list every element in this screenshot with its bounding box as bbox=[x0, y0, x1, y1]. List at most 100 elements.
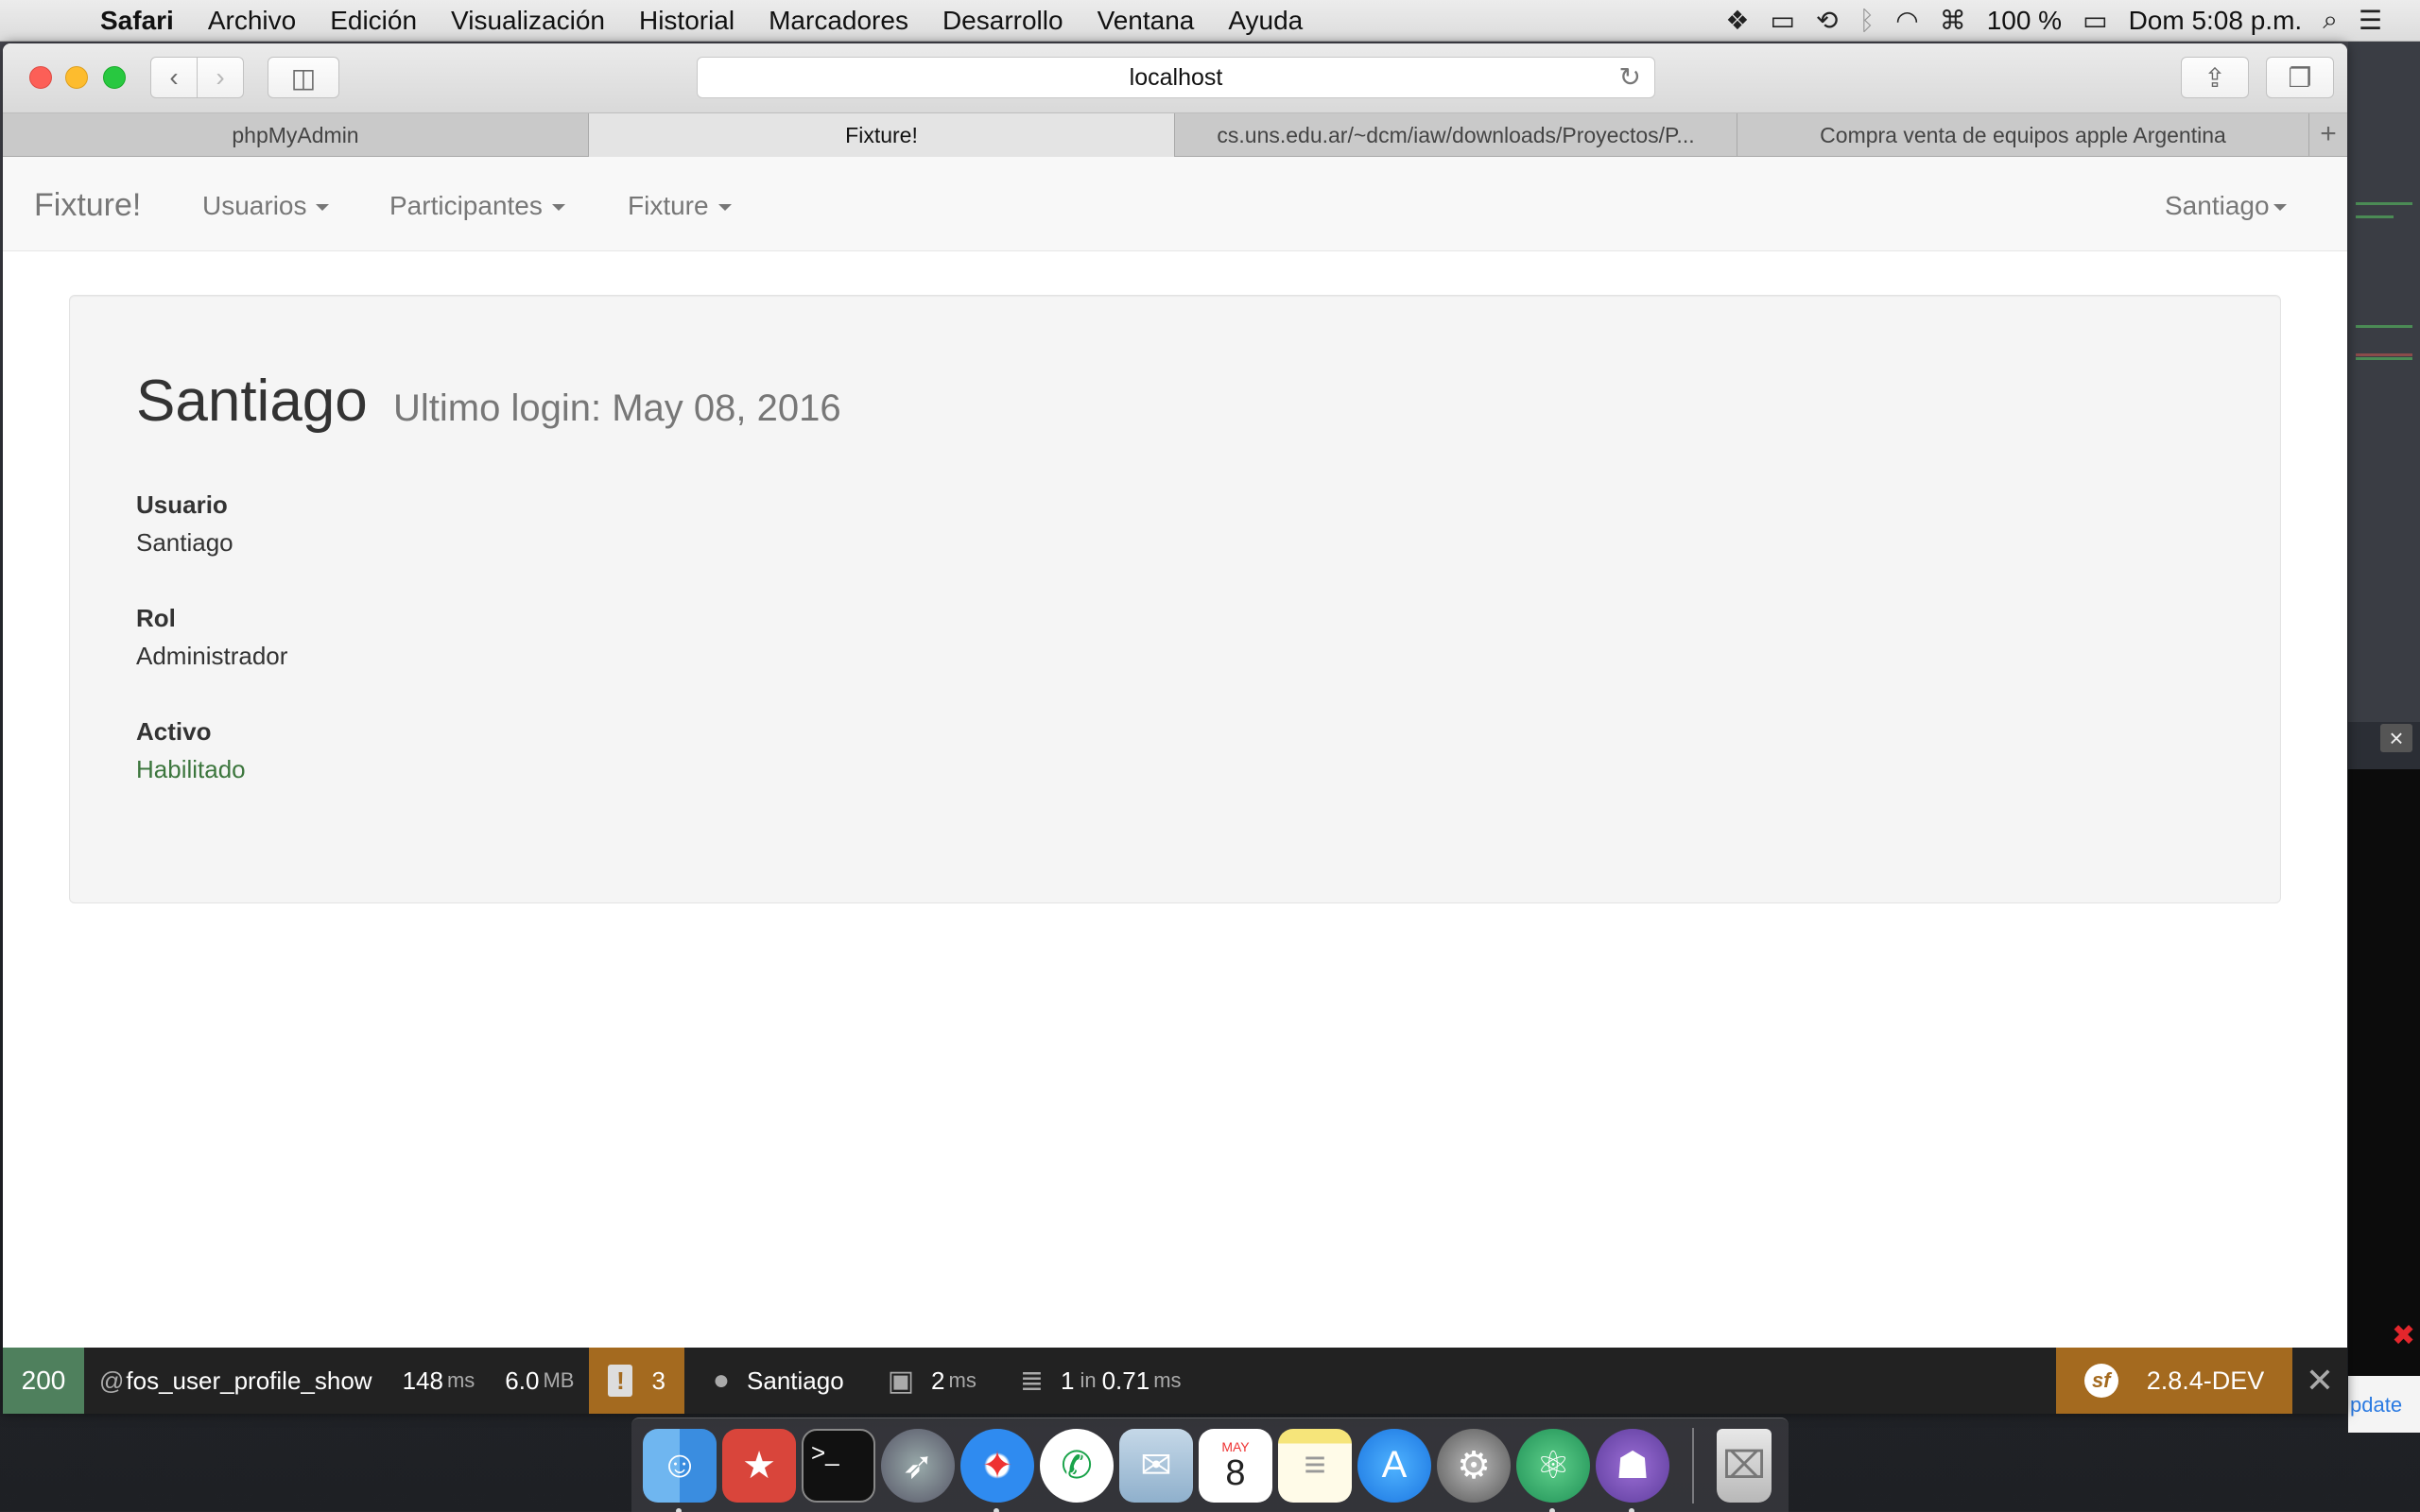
route-info[interactable]: @ fos_user_profile_show bbox=[84, 1348, 388, 1414]
caret-down-icon bbox=[316, 204, 330, 212]
editor-panel bbox=[2348, 42, 2420, 722]
symfony-logo-icon: sf bbox=[2083, 1364, 2118, 1398]
dock: ☺ ★ >_ ➶ ✦ ✆ ✉ MAY 8 ≡ A ⚙ ⚛ ☗ ⌧ bbox=[631, 1418, 1789, 1512]
menu-historial[interactable]: Historial bbox=[622, 6, 752, 36]
safari-icon[interactable]: ✦ bbox=[960, 1428, 1034, 1512]
share-button[interactable]: ⇪ bbox=[2181, 57, 2249, 98]
time-machine-icon[interactable]: ⟲ bbox=[1816, 5, 1838, 36]
background-editor-window: × ✖ pdate bbox=[2348, 42, 2420, 1433]
nav-usuarios-label: Usuarios bbox=[202, 191, 307, 220]
profile-panel: Santiago Ultimo login: May 08, 2016 Usua… bbox=[69, 295, 2281, 903]
route-name: fos_user_profile_show bbox=[126, 1366, 372, 1395]
airplay-icon[interactable]: ▭ bbox=[1771, 5, 1795, 36]
wifi-icon[interactable]: ◠ bbox=[1895, 5, 1918, 36]
db-time: 0.71 bbox=[1101, 1366, 1150, 1395]
back-button[interactable]: ‹ bbox=[150, 57, 198, 98]
db-queries: 1 bbox=[1060, 1366, 1075, 1395]
launchpad-icon[interactable]: ➶ bbox=[881, 1428, 955, 1503]
phone-icon[interactable]: ✆ bbox=[1040, 1428, 1114, 1503]
keyboard-icon[interactable]: ⌘ bbox=[1940, 5, 1966, 36]
update-link[interactable]: pdate bbox=[2348, 1376, 2420, 1433]
nav-fixture[interactable]: Fixture bbox=[628, 191, 732, 221]
battery-icon[interactable]: ▭ bbox=[2083, 5, 2107, 36]
notification-center-icon[interactable]: ☰ bbox=[2359, 5, 2382, 36]
mail-icon[interactable]: ✉ bbox=[1119, 1428, 1193, 1503]
warning-icon: ! bbox=[608, 1365, 633, 1397]
safari-window: ‹ › ◫ localhost ↻ ⇪ ❐ phpMyAdmin Fixture… bbox=[3, 43, 2347, 1414]
battery-percent[interactable]: 100 % bbox=[1987, 6, 2062, 36]
field-value-activo: Habilitado bbox=[136, 755, 246, 783]
terminal-icon[interactable]: >_ bbox=[802, 1428, 875, 1503]
symfony-debug-toolbar: 200 @ fos_user_profile_show 148 ms 6.0 M… bbox=[3, 1348, 2347, 1414]
forward-button[interactable]: › bbox=[197, 57, 244, 98]
symfony-version-text: 2.8.4-DEV bbox=[2146, 1366, 2265, 1395]
chevron-left-icon: ‹ bbox=[169, 62, 179, 92]
memory-info[interactable]: 6.0 MB bbox=[490, 1348, 589, 1414]
nav-user-menu[interactable]: Santiago bbox=[2165, 191, 2287, 221]
error-icon: ✖ bbox=[2392, 1320, 2416, 1351]
sidebar-icon: ◫ bbox=[290, 62, 317, 93]
database-icon: ≣ bbox=[1019, 1365, 1044, 1397]
menu-marcadores[interactable]: Marcadores bbox=[752, 6, 925, 36]
nav-usuarios[interactable]: Usuarios bbox=[202, 191, 330, 221]
render-info[interactable]: ▣ 2 ms bbox=[859, 1348, 992, 1414]
sidebar-toggle-button[interactable]: ◫ bbox=[268, 57, 339, 98]
atom-icon[interactable]: ⚛ bbox=[1516, 1428, 1590, 1512]
tab-compra-venta[interactable]: Compra venta de equipos apple Argentina bbox=[1737, 113, 2309, 157]
dropbox-icon[interactable]: ❖ bbox=[1725, 5, 1749, 36]
field-label-usuario: Usuario bbox=[136, 490, 228, 519]
close-icon[interactable]: × bbox=[2380, 724, 2412, 752]
page-content: Fixture! Usuarios Participantes Fixture … bbox=[3, 157, 2347, 1332]
time-info[interactable]: 148 ms bbox=[388, 1348, 491, 1414]
site-navbar: Fixture! Usuarios Participantes Fixture … bbox=[3, 157, 2347, 251]
symfony-version[interactable]: sf 2.8.4-DEV bbox=[2056, 1348, 2292, 1414]
caret-down-icon bbox=[717, 204, 732, 212]
new-tab-button[interactable]: + bbox=[2309, 113, 2347, 156]
menu-edicion[interactable]: Edición bbox=[313, 6, 434, 36]
diff-line bbox=[2356, 357, 2412, 360]
field-value-rol: Administrador bbox=[136, 642, 288, 670]
spotlight-icon[interactable]: ⌕ bbox=[2323, 5, 2338, 36]
chevron-right-icon: › bbox=[216, 62, 225, 92]
app-store-icon[interactable]: A bbox=[1357, 1428, 1431, 1503]
page-title: Santiago Ultimo login: May 08, 2016 bbox=[136, 368, 841, 435]
menu-ventana[interactable]: Ventana bbox=[1080, 6, 1212, 36]
close-window-button[interactable] bbox=[29, 66, 52, 89]
menu-app-name[interactable]: Safari bbox=[57, 6, 191, 36]
tab-phpmyadmin[interactable]: phpMyAdmin bbox=[3, 113, 589, 157]
nav-participantes[interactable]: Participantes bbox=[389, 191, 565, 221]
calendar-icon[interactable]: MAY 8 bbox=[1199, 1428, 1272, 1503]
trash-icon[interactable]: ⌧ bbox=[1717, 1428, 1772, 1503]
profile-name: Santiago bbox=[136, 369, 368, 434]
notes-icon[interactable]: ≡ bbox=[1278, 1428, 1352, 1503]
navbar-brand[interactable]: Fixture! bbox=[34, 187, 141, 224]
tab-fixture[interactable]: Fixture! bbox=[589, 113, 1175, 157]
finder-icon[interactable]: ☺ bbox=[643, 1428, 717, 1512]
bluetooth-icon[interactable]: ᛒ bbox=[1858, 6, 1875, 36]
security-user: Santiago bbox=[747, 1366, 844, 1395]
reload-icon[interactable]: ↻ bbox=[1619, 58, 1641, 97]
calendar-day: 8 bbox=[1225, 1452, 1246, 1493]
fullscreen-window-button[interactable] bbox=[103, 66, 126, 89]
warnings-info[interactable]: ! 3 bbox=[589, 1348, 684, 1414]
tab-cs-uns[interactable]: cs.uns.edu.ar/~dcm/iaw/downloads/Proyect… bbox=[1175, 113, 1737, 157]
security-info[interactable]: ● Santiago bbox=[684, 1348, 859, 1414]
url-text: localhost bbox=[1129, 64, 1223, 91]
wunderlist-icon[interactable]: ★ bbox=[722, 1428, 796, 1503]
github-icon[interactable]: ☗ bbox=[1596, 1428, 1669, 1512]
show-tabs-button[interactable]: ❐ bbox=[2266, 57, 2334, 98]
tabs-icon: ❐ bbox=[2288, 62, 2312, 93]
route-prefix: @ bbox=[99, 1366, 125, 1395]
menubar-clock[interactable]: Dom 5:08 p.m. bbox=[2129, 6, 2303, 36]
menu-ayuda[interactable]: Ayuda bbox=[1211, 6, 1320, 36]
status-code[interactable]: 200 bbox=[3, 1348, 84, 1414]
menu-archivo[interactable]: Archivo bbox=[191, 6, 313, 36]
database-info[interactable]: ≣ 1 in 0.71 ms bbox=[992, 1348, 1197, 1414]
running-indicator bbox=[994, 1507, 999, 1512]
system-preferences-icon[interactable]: ⚙ bbox=[1437, 1428, 1511, 1503]
minimize-window-button[interactable] bbox=[65, 66, 88, 89]
address-bar[interactable]: localhost ↻ bbox=[697, 57, 1655, 98]
menu-desarrollo[interactable]: Desarrollo bbox=[925, 6, 1080, 36]
menu-visualizacion[interactable]: Visualización bbox=[434, 6, 622, 36]
close-toolbar-icon[interactable]: ✕ bbox=[2292, 1348, 2347, 1414]
